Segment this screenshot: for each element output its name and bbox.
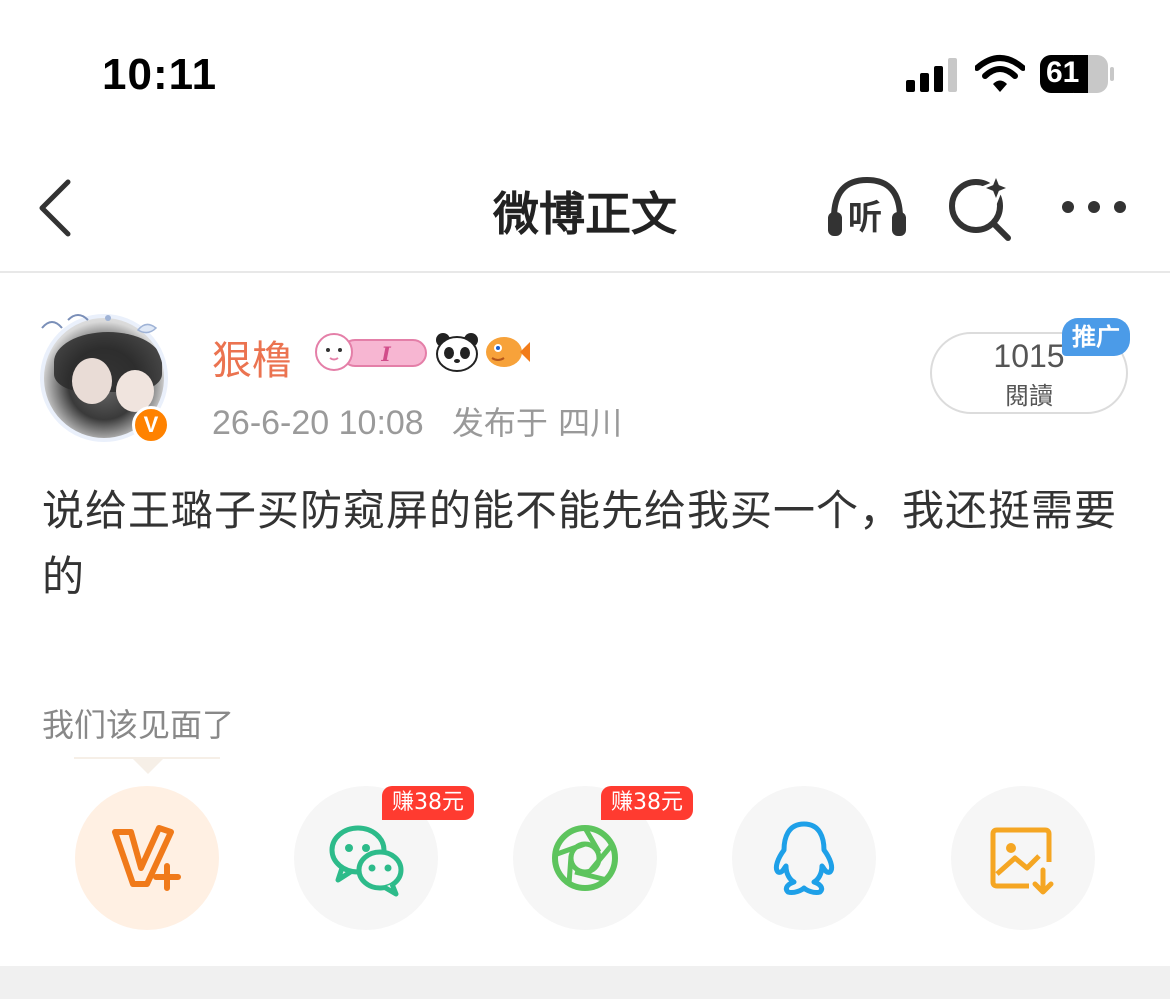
share-qq-button[interactable] <box>732 786 876 930</box>
earn-reward-tag-wechat: 赚38元 <box>382 786 474 820</box>
author-avatar[interactable]: V <box>38 306 174 446</box>
more-options-icon[interactable] <box>1060 198 1128 216</box>
post-meta: 26-6-20 10:08 发布于 四川 <box>212 398 622 444</box>
read-label: 閱讀 <box>1005 382 1053 410</box>
post-location: 发布于 四川 <box>451 404 623 442</box>
bottom-divider <box>0 966 1170 999</box>
svg-text:I: I <box>380 342 391 366</box>
member-cat-badge-icon[interactable]: I <box>312 330 428 374</box>
v-plus-icon <box>112 825 181 891</box>
battery-icon: 61 <box>1040 55 1114 93</box>
verified-badge: V <box>132 406 170 444</box>
save-image-icon <box>990 827 1054 895</box>
nav-bar: 微博正文 听 <box>0 150 1170 273</box>
status-time: 10:11 <box>102 50 218 99</box>
listen-label: 听 <box>848 198 882 238</box>
avatar-frame-decoration <box>41 314 158 334</box>
hint-pointer <box>132 758 164 774</box>
post-timestamp: 26-6-20 10:08 <box>212 404 424 442</box>
earn-reward-tag-moments: 赚38元 <box>601 786 693 820</box>
qq-icon <box>773 821 835 895</box>
battery-level: 61 <box>1046 56 1080 89</box>
search-sparkle-icon[interactable] <box>946 172 1016 242</box>
post-body: 说给王璐子买防窥屏的能不能先给我买一个，我还挺需要的 <box>42 486 1118 601</box>
share-weibo-v-plus-button[interactable] <box>75 786 219 930</box>
puffer-fish-icon[interactable] <box>484 334 530 370</box>
author-name[interactable]: 狠橹 <box>212 328 292 386</box>
save-image-button[interactable] <box>951 786 1095 930</box>
status-bar: 10:11 61 <box>0 0 1170 140</box>
wifi-icon <box>975 55 1025 92</box>
promote-tag[interactable]: 推广 <box>1062 318 1130 356</box>
listen-button[interactable]: 听 <box>826 174 908 240</box>
share-hint: 我们该见面了 <box>42 706 235 744</box>
moments-icon <box>552 825 618 891</box>
wechat-icon <box>329 825 404 897</box>
cellular-signal-icon <box>906 58 957 92</box>
panda-icon[interactable] <box>434 332 480 372</box>
